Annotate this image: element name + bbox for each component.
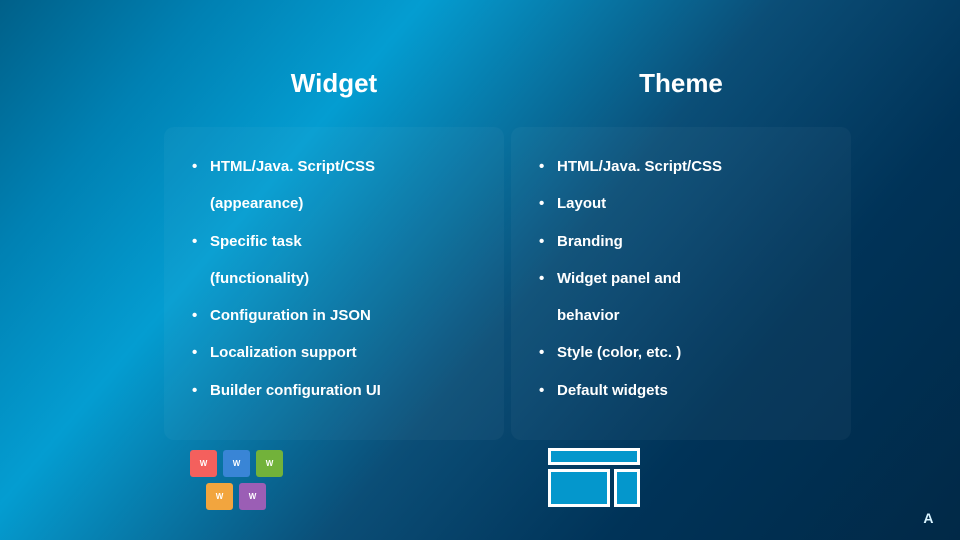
tile-icon: W: [190, 450, 217, 477]
layout-bar-icon: [548, 448, 640, 465]
tile-icon: W: [223, 450, 250, 477]
column-theme: Theme HTML/Java. Script/CSS Layout Brand…: [511, 68, 851, 440]
list-item: (appearance): [192, 194, 476, 214]
brand-logo: A: [923, 510, 934, 526]
list-item: Layout: [539, 194, 823, 214]
tile-icon: W: [239, 483, 266, 510]
list-item: Widget panel and: [539, 269, 823, 289]
heading-widget: Widget: [164, 68, 504, 99]
list-item: HTML/Java. Script/CSS: [539, 157, 823, 177]
layout-side-icon: [614, 469, 640, 507]
list-item: (functionality): [192, 269, 476, 289]
heading-theme: Theme: [511, 68, 851, 99]
tile-icon: W: [256, 450, 283, 477]
list-item: HTML/Java. Script/CSS: [192, 157, 476, 177]
card-widget: HTML/Java. Script/CSS (appearance) Speci…: [164, 127, 504, 440]
list-item: behavior: [539, 306, 823, 326]
tile-icon: W: [206, 483, 233, 510]
list-widget: HTML/Java. Script/CSS (appearance) Speci…: [192, 157, 476, 401]
theme-layout-icon: [548, 448, 640, 507]
list-item: Configuration in JSON: [192, 306, 476, 326]
list-item: Branding: [539, 232, 823, 252]
slide: Widget HTML/Java. Script/CSS (appearance…: [0, 0, 960, 540]
list-item: Default widgets: [539, 381, 823, 401]
column-widget: Widget HTML/Java. Script/CSS (appearance…: [164, 68, 504, 440]
list-item: Style (color, etc. ): [539, 343, 823, 363]
list-item: Localization support: [192, 343, 476, 363]
list-theme: HTML/Java. Script/CSS Layout Branding Wi…: [539, 157, 823, 401]
list-item: Specific task: [192, 232, 476, 252]
card-theme: HTML/Java. Script/CSS Layout Branding Wi…: [511, 127, 851, 440]
layout-main-icon: [548, 469, 610, 507]
list-item: Builder configuration UI: [192, 381, 476, 401]
